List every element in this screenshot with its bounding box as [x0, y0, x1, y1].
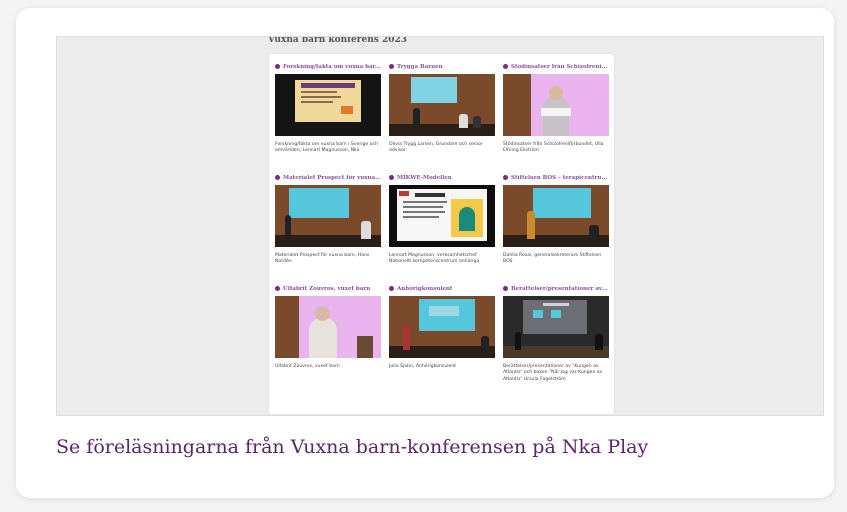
video-dot-icon — [389, 64, 394, 69]
video-description: Julia Sjahn, Anhörigkonsulent — [389, 364, 457, 369]
caption-link[interactable]: Se föreläsningarna från Vuxna barn-konfe… — [56, 436, 648, 458]
video-thumbnail[interactable] — [275, 185, 381, 247]
video-title[interactable]: Trygga Barnen — [397, 64, 443, 70]
video-title[interactable]: Ulfabrit Zouvros, vuxet barn — [283, 286, 370, 292]
video-dot-icon — [275, 64, 280, 69]
video-thumbnail[interactable] — [275, 74, 381, 136]
video-thumbnail[interactable] — [503, 185, 609, 247]
video-title[interactable]: Materialet Prospect för vuxna ... — [283, 175, 381, 181]
video-description: Forskning/fakta om vuxna barn i Sverige … — [275, 142, 378, 154]
video-tile[interactable]: Stiftelsen BOS – terapicentru... Dahlia … — [503, 172, 609, 266]
video-description: Ulfabrit Zouvros, vuxet barn — [275, 364, 340, 369]
video-dot-icon — [275, 286, 280, 291]
video-tile[interactable]: Berättelser/presentationer av "... Berät… — [503, 283, 609, 383]
video-grid-panel: Forskning/fakta om vuxna bar... Forsknin… — [269, 54, 614, 414]
promo-card[interactable]: Vuxna barn konferens 2023 Forskning/fakt… — [16, 8, 834, 498]
video-title[interactable]: Forskning/fakta om vuxna bar... — [283, 64, 381, 70]
video-description: Materialet Prospect för vuxna barn, Hans… — [275, 253, 370, 265]
conference-title: Vuxna barn konferens 2023 — [268, 36, 408, 45]
video-dot-icon — [503, 286, 508, 291]
video-dot-icon — [389, 175, 394, 180]
video-tile[interactable]: Ulfabrit Zouvros, vuxet barn Ulfabrit Zo… — [275, 283, 381, 370]
video-title[interactable]: Stiftelsen BOS – terapicentru... — [511, 175, 607, 181]
video-dot-icon — [275, 175, 280, 180]
video-description: Lennart Magnusson, verksamhetschef Natio… — [389, 253, 480, 265]
video-description: Stödinsatser från Schizofreniförbundet, … — [503, 142, 604, 154]
video-thumbnail[interactable] — [389, 74, 495, 136]
video-tile[interactable]: Materialet Prospect för vuxna ... Materi… — [275, 172, 381, 266]
video-title[interactable]: Anhörigkonsulent — [397, 286, 452, 292]
video-title[interactable]: MIKWE-Modellen — [397, 175, 452, 181]
video-tile[interactable]: Anhörigkonsulent Julia Sjahn, Anhörigkon… — [389, 283, 495, 370]
video-title[interactable]: Stödinsatser från Schizofreni... — [511, 64, 607, 70]
video-description: Dahlia Rosai, generalsekreterare Stiftel… — [503, 253, 602, 265]
video-description: Olivia Trygg Larsen, Grundare och senior… — [389, 142, 483, 154]
video-dot-icon — [503, 175, 508, 180]
video-thumbnail[interactable] — [275, 296, 381, 358]
video-thumbnail[interactable] — [389, 185, 495, 247]
video-thumbnail[interactable] — [503, 74, 609, 136]
video-tile[interactable]: Forskning/fakta om vuxna bar... Forsknin… — [275, 61, 381, 155]
video-dot-icon — [389, 286, 394, 291]
video-tile[interactable]: MIKWE-Modellen Lennart Magnusson, verksa… — [389, 172, 495, 266]
nka-play-screenshot[interactable]: Vuxna barn konferens 2023 Forskning/fakt… — [56, 36, 824, 416]
video-title[interactable]: Berättelser/presentationer av "... — [511, 286, 609, 292]
video-thumbnail[interactable] — [503, 296, 609, 358]
video-tile[interactable]: Trygga Barnen Olivia Trygg Larsen, Grund… — [389, 61, 495, 155]
video-dot-icon — [503, 64, 508, 69]
video-thumbnail[interactable] — [389, 296, 495, 358]
video-tile[interactable]: Stödinsatser från Schizofreni... Stödins… — [503, 61, 609, 155]
video-description: Berättelser/presentationer av "Kungen av… — [503, 364, 603, 382]
